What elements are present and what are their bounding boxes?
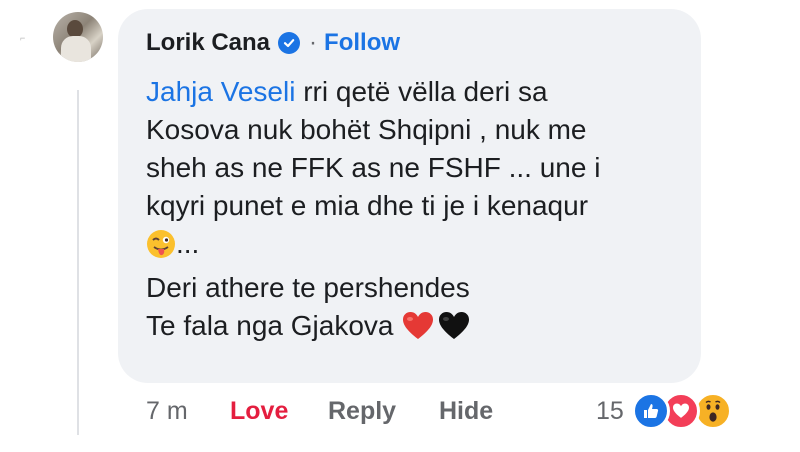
comment-line-3: sheh as ne FFK as ne FSHF ... une i [146,152,601,183]
mention-link[interactable]: Jahja Veseli [146,76,295,107]
love-button[interactable]: Love [230,395,288,427]
avatar[interactable] [53,12,103,62]
comment-line-2: Kosova nuk bohët Shqipni , nuk me [146,114,587,145]
reaction-summary[interactable] [632,392,744,430]
follow-button[interactable]: Follow [324,28,400,58]
comment-line-1: Jahja Veseli rri qetë vëlla deri sa [146,76,548,107]
red-heart-emoji-icon [402,311,434,351]
comment-bubble: Lorik Cana · Follow Jahja Veseli rri qet… [118,9,701,383]
timestamp[interactable]: 7 m [146,395,188,427]
comment-line-7: Te fala nga Gjakova [146,307,686,351]
comment-line-4: kqyri punet e mia dhe ti je i kenaqur [146,190,589,221]
comment-line-6: Deri athere te pershendes [146,272,470,303]
black-heart-emoji-icon [438,311,470,351]
separator-dot: · [309,29,318,56]
comment-line-5: ... [146,225,686,269]
reaction-count[interactable]: 15 [596,395,624,427]
thread-line [77,90,79,435]
comment-text: Jahja Veseli rri qetë vëlla deri sa Koso… [146,73,686,351]
reply-button[interactable]: Reply [328,395,396,427]
like-reaction-icon [632,392,670,430]
hide-button[interactable]: Hide [439,395,493,427]
thread-indicator: ⌐ [20,33,26,43]
verified-badge-icon [278,32,301,54]
winking-tongue-emoji-icon [146,229,176,269]
comment-header: Lorik Cana · Follow [146,28,400,58]
author-name[interactable]: Lorik Cana [146,28,270,58]
